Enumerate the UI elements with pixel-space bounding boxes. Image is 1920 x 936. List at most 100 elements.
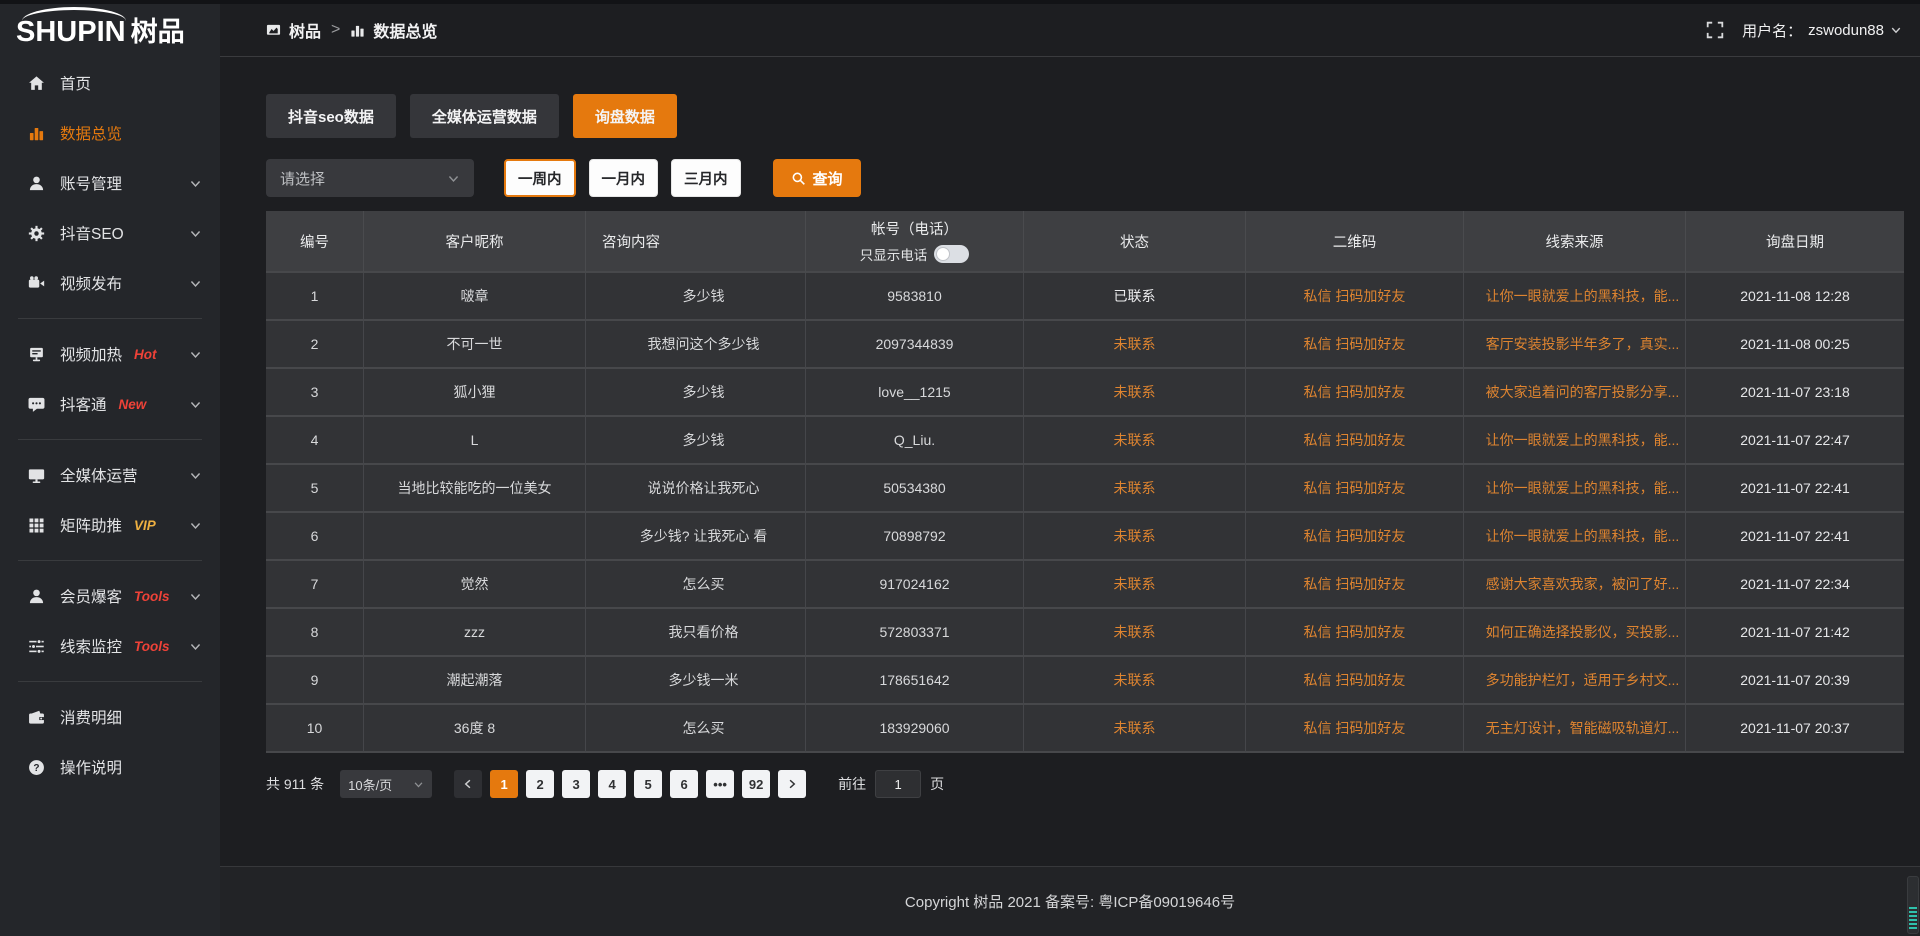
table-header-row: 编号 客户昵称 咨询内容 帐号（电话） 只显示电话 状态 二维码 线索来源 询盘… bbox=[266, 211, 1904, 273]
content: 抖音seo数据全媒体运营数据询盘数据 请选择 一周内一月内三月内 查询 bbox=[220, 57, 1920, 866]
scrollbar-widget[interactable] bbox=[1907, 876, 1919, 934]
next-page-button[interactable] bbox=[778, 770, 806, 798]
chevron-down-icon bbox=[413, 779, 424, 790]
search-button[interactable]: 查询 bbox=[773, 159, 861, 197]
cell-source-link[interactable]: 多功能护栏灯，适用于乡村文... bbox=[1464, 657, 1686, 705]
cell-qrcode-links[interactable]: 私信 扫码加好友 bbox=[1246, 273, 1464, 321]
cell-qrcode-links[interactable]: 私信 扫码加好友 bbox=[1246, 513, 1464, 561]
cell-source-link[interactable]: 感谢大家喜欢我家，被问了好... bbox=[1464, 561, 1686, 609]
footer: Copyright 树品 2021 备案号: 粤ICP备09019646号 bbox=[220, 866, 1920, 936]
cell-source-link[interactable]: 让你一眼就爱上的黑科技，能... bbox=[1464, 465, 1686, 513]
cell-id: 6 bbox=[266, 513, 364, 561]
sidebar-divider bbox=[18, 318, 202, 319]
tab-3[interactable]: 询盘数据 bbox=[573, 94, 677, 138]
chevron-down-icon bbox=[189, 469, 202, 482]
sidebar-item-data-overview[interactable]: 数据总览 bbox=[0, 108, 220, 158]
breadcrumb: 树品 > 数据总览 bbox=[266, 18, 437, 42]
cell-nickname: 当地比较能吃的一位美女 bbox=[364, 465, 586, 513]
sidebar-item-media-operation[interactable]: 全媒体运营 bbox=[0, 450, 220, 500]
page-button-4[interactable]: 4 bbox=[598, 770, 626, 798]
cell-account: 183929060 bbox=[806, 705, 1024, 753]
sidebar-item-clue-monitor[interactable]: 线索监控 Tools bbox=[0, 621, 220, 671]
range-button-3[interactable]: 三月内 bbox=[671, 159, 741, 197]
cell-qrcode-links[interactable]: 私信 扫码加好友 bbox=[1246, 705, 1464, 753]
sidebar-item-douketong[interactable]: 抖客通 New bbox=[0, 379, 220, 429]
cell-account: 9583810 bbox=[806, 273, 1024, 321]
sidebar-item-matrix-boost[interactable]: 矩阵助推 VIP bbox=[0, 500, 220, 550]
cell-source-link[interactable]: 让你一眼就爱上的黑科技，能... bbox=[1464, 513, 1686, 561]
page-button-5[interactable]: 5 bbox=[634, 770, 662, 798]
page-size-select[interactable]: 10条/页 bbox=[340, 770, 432, 798]
sidebar-item-home[interactable]: 首页 bbox=[0, 58, 220, 108]
cell-qrcode-links[interactable]: 私信 扫码加好友 bbox=[1246, 561, 1464, 609]
date-range-group: 一周内一月内三月内 bbox=[504, 159, 741, 197]
account-select[interactable]: 请选择 bbox=[266, 159, 474, 197]
sidebar-item-consumption-detail[interactable]: 消费明细 bbox=[0, 692, 220, 742]
cell-qrcode-links[interactable]: 私信 扫码加好友 bbox=[1246, 609, 1464, 657]
cell-source-link[interactable]: 无主灯设计，智能磁吸轨道灯... bbox=[1464, 705, 1686, 753]
breadcrumb-root[interactable]: 树品 bbox=[289, 18, 321, 42]
cell-status: 已联系 bbox=[1024, 273, 1246, 321]
page-button-1[interactable]: 1 bbox=[490, 770, 518, 798]
col-content: 咨询内容 bbox=[586, 211, 806, 273]
copyright-text: Copyright 树品 2021 备案号: 粤ICP备09019646号 bbox=[905, 894, 1235, 911]
sidebar-item-operation-guide[interactable]: ? 操作说明 bbox=[0, 742, 220, 792]
sidebar-item-label: 操作说明 bbox=[60, 756, 122, 778]
cell-qrcode-links[interactable]: 私信 扫码加好友 bbox=[1246, 369, 1464, 417]
cell-nickname: zzz bbox=[364, 609, 586, 657]
cell-account: 2097344839 bbox=[806, 321, 1024, 369]
cell-date: 2021-11-07 22:41 bbox=[1686, 513, 1904, 561]
phone-only-toggle[interactable] bbox=[934, 245, 969, 263]
chevron-down-icon bbox=[1890, 24, 1902, 36]
cell-source-link[interactable]: 让你一眼就爱上的黑科技，能... bbox=[1464, 417, 1686, 465]
tab-2[interactable]: 全媒体运营数据 bbox=[410, 94, 559, 138]
chat-dots-icon bbox=[28, 396, 45, 413]
range-button-1[interactable]: 一周内 bbox=[504, 159, 576, 197]
sidebar-item-douyin-seo[interactable]: 抖音SEO bbox=[0, 208, 220, 258]
page-button-3[interactable]: 3 bbox=[562, 770, 590, 798]
data-tabs: 抖音seo数据全媒体运营数据询盘数据 bbox=[266, 94, 1902, 138]
table-row: 2 不可一世 我想问这个多少钱 2097344839 未联系 私信 扫码加好友 … bbox=[266, 321, 1904, 369]
sidebar-item-badge: New bbox=[119, 397, 147, 412]
col-qrcode: 二维码 bbox=[1246, 211, 1464, 273]
page-button-6[interactable]: 6 bbox=[670, 770, 698, 798]
main-area: 树品 > 数据总览 用户名：zswodun88 抖音seo数据全媒体运营数据询盘… bbox=[220, 0, 1920, 936]
page-button-92[interactable]: 92 bbox=[742, 770, 770, 798]
cell-qrcode-links[interactable]: 私信 扫码加好友 bbox=[1246, 465, 1464, 513]
cell-source-link[interactable]: 如何正确选择投影仪，买投影... bbox=[1464, 609, 1686, 657]
page-ellipsis-button[interactable]: ••• bbox=[706, 770, 734, 798]
cell-status: 未联系 bbox=[1024, 657, 1246, 705]
logo-text-cn: 树品 bbox=[131, 17, 185, 47]
search-button-label: 查询 bbox=[813, 168, 843, 189]
page-button-2[interactable]: 2 bbox=[526, 770, 554, 798]
col-date: 询盘日期 bbox=[1686, 211, 1904, 273]
range-button-2[interactable]: 一月内 bbox=[589, 159, 659, 197]
filter-row: 请选择 一周内一月内三月内 查询 bbox=[266, 159, 1902, 197]
sidebar-item-label: 线索监控 bbox=[60, 635, 122, 657]
cell-date: 2021-11-08 12:28 bbox=[1686, 273, 1904, 321]
cell-account: 178651642 bbox=[806, 657, 1024, 705]
chevron-down-icon bbox=[189, 348, 202, 361]
cell-status: 未联系 bbox=[1024, 513, 1246, 561]
cell-source-link[interactable]: 被大家追着问的客厅投影分享... bbox=[1464, 369, 1686, 417]
user-menu[interactable]: 用户名：zswodun88 bbox=[1742, 20, 1902, 41]
cell-status: 未联系 bbox=[1024, 465, 1246, 513]
app-logo: SHUPIN树品 bbox=[0, 0, 220, 56]
breadcrumb-separator: > bbox=[331, 21, 340, 39]
cell-qrcode-links[interactable]: 私信 扫码加好友 bbox=[1246, 321, 1464, 369]
cell-source-link[interactable]: 客厅安装投影半年多了，真实... bbox=[1464, 321, 1686, 369]
fullscreen-icon[interactable] bbox=[1706, 21, 1724, 39]
sidebar-item-video-publish[interactable]: 视频发布 bbox=[0, 258, 220, 308]
cell-id: 3 bbox=[266, 369, 364, 417]
cell-source-link[interactable]: 让你一眼就爱上的黑科技，能... bbox=[1464, 273, 1686, 321]
prev-page-button[interactable] bbox=[454, 770, 482, 798]
goto-page-input[interactable] bbox=[875, 770, 921, 798]
cell-qrcode-links[interactable]: 私信 扫码加好友 bbox=[1246, 417, 1464, 465]
cell-qrcode-links[interactable]: 私信 扫码加好友 bbox=[1246, 657, 1464, 705]
tab-1[interactable]: 抖音seo数据 bbox=[266, 94, 396, 138]
sidebar-item-badge: Hot bbox=[134, 347, 157, 362]
sidebar-item-video-heat[interactable]: 视频加热 Hot bbox=[0, 329, 220, 379]
sidebar-item-account-manage[interactable]: 账号管理 bbox=[0, 158, 220, 208]
sidebar-item-member-burst[interactable]: 会员爆客 Tools bbox=[0, 571, 220, 621]
sliders-icon bbox=[28, 638, 45, 655]
